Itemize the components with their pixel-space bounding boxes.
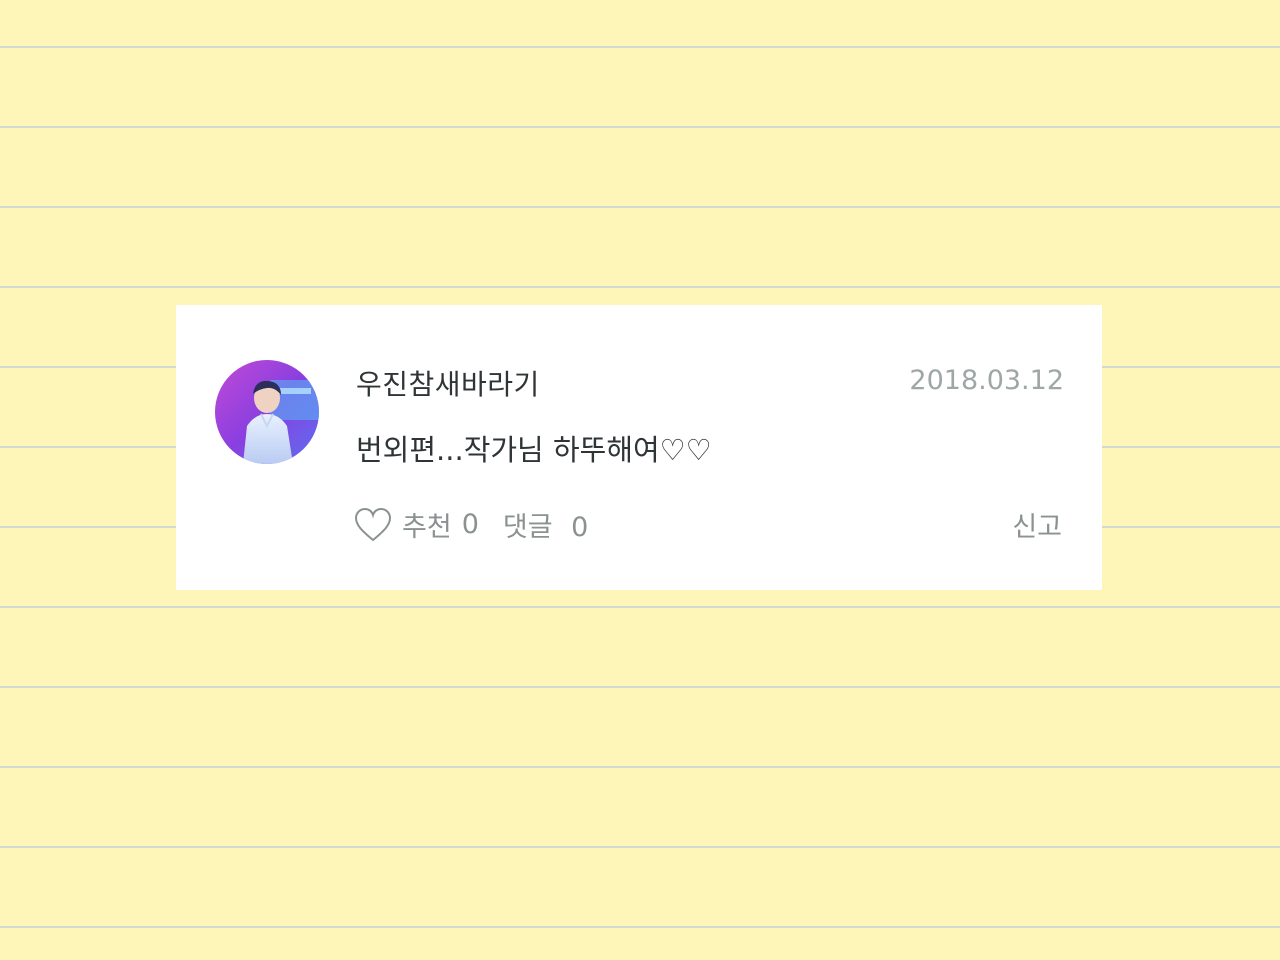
reply-label: 댓글 xyxy=(502,512,553,543)
heart-outline-icon xyxy=(354,507,392,541)
username[interactable]: 우진참새바라기 xyxy=(356,363,540,403)
reply-button[interactable]: 댓글 0 xyxy=(503,505,588,544)
comment-actions: 추천 0 댓글 0 xyxy=(354,505,588,544)
reply-count: 0 xyxy=(571,512,589,543)
report-button[interactable]: 신고 xyxy=(1012,505,1062,544)
like-button[interactable]: 추천 0 xyxy=(354,505,479,544)
like-count: 0 xyxy=(461,509,479,540)
comment-date: 2018.03.12 xyxy=(909,365,1064,396)
avatar-image xyxy=(215,360,319,464)
avatar[interactable] xyxy=(215,360,319,464)
comment-card: 우진참새바라기 2018.03.12 번외편...작가님 하뚜해여♡♡ 추천 0… xyxy=(176,305,1102,590)
like-label: 추천 xyxy=(402,512,452,543)
comment-text: 번외편...작가님 하뚜해여♡♡ xyxy=(356,433,712,467)
